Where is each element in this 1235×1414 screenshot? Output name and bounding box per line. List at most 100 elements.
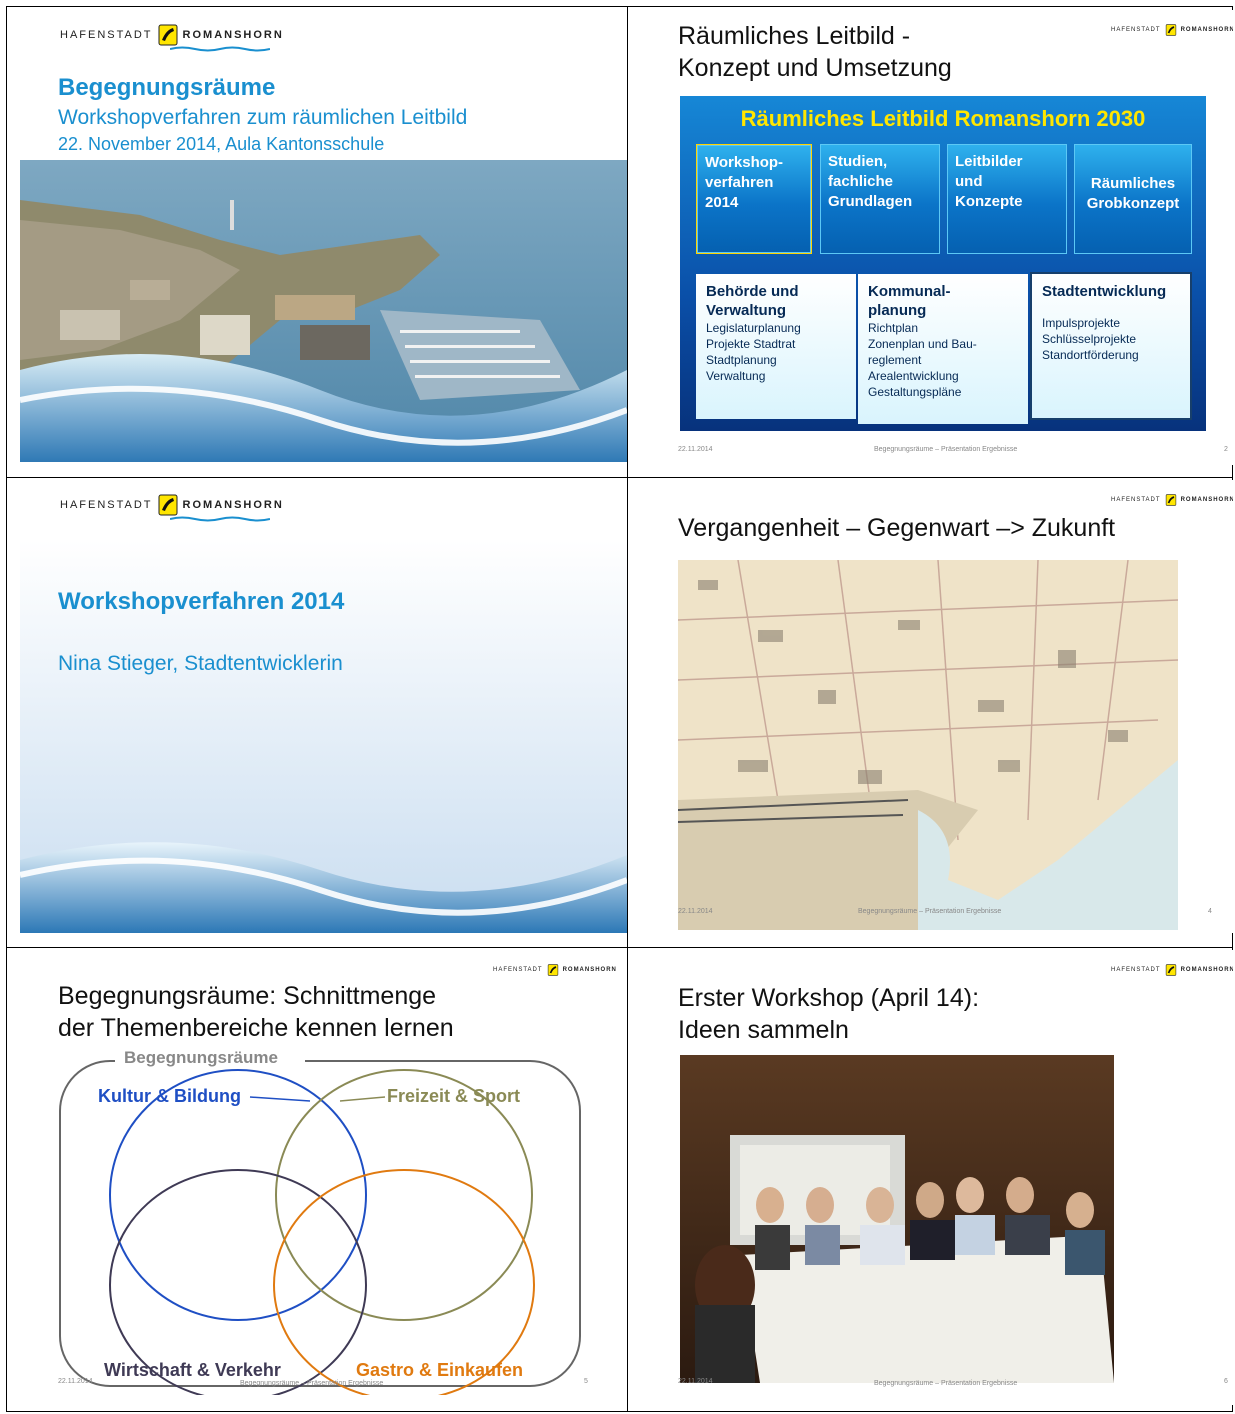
box-kommunalplanung: Kommunal- planung Richtplan Zonenplan un… <box>858 274 1028 424</box>
page-number: 4 <box>1208 908 1212 915</box>
frame-label: Begegnungsräume <box>124 1048 278 1067</box>
footer-date: 22.11.2014 <box>678 446 713 453</box>
slide-6-title: Erster Workshop (April 14): Ideen sammel… <box>678 982 979 1046</box>
box-item: Arealentwicklung <box>868 369 959 383</box>
box-leitbilder: Leitbilder und Konzepte <box>947 144 1067 254</box>
page-number: 6 <box>1224 1378 1228 1385</box>
box-heading: Behörde und <box>706 283 799 300</box>
box-item: Zonenplan und Bau- <box>868 337 977 351</box>
label-wirtschaft-verkehr: Wirtschaft & Verkehr <box>104 1360 281 1380</box>
box-line: Grobkonzept <box>1086 195 1180 212</box>
footer-center: Begegnungsräume – Präsentation Ergebniss… <box>858 908 1002 915</box>
horn-crest-icon <box>1165 494 1176 506</box>
box-stadtentwicklung: Stadtentwicklung Impulsprojekte Schlüsse… <box>1030 272 1192 420</box>
box-line: Konzepte <box>955 193 1023 210</box>
box-line: Studien, <box>828 153 888 170</box>
box-heading: Kommunal- <box>868 283 951 300</box>
logo-right-word: ROMANSHORN <box>182 499 284 511</box>
label-kultur-bildung: Kultur & Bildung <box>98 1086 241 1106</box>
horn-crest-icon <box>158 24 178 46</box>
logo-right-word: ROMANSHORN <box>1180 497 1233 503</box>
logo-left-word: HAFENSTADT <box>60 29 153 41</box>
box-heading: planung <box>868 302 927 319</box>
grid-row-divider-2 <box>6 947 1233 948</box>
box-workshopverfahren: Workshop- verfahren 2014 <box>696 144 812 254</box>
box-line: und <box>955 173 983 190</box>
logo-left-word: HAFENSTADT <box>1111 27 1161 33</box>
footer-center: Begegnungsräume – Präsentation Ergebniss… <box>240 1380 384 1387</box>
logo-wave <box>170 46 270 52</box>
historic-map-image <box>678 560 1178 930</box>
box-behoerde: Behörde und Verwaltung Legislaturplanung… <box>696 274 856 419</box>
logo-small: HAFENSTADT ROMANSHORN <box>1111 494 1233 506</box>
aerial-photo-romanshorn <box>20 160 627 462</box>
slide-4: Vergangenheit – Gegenwart –> Zukunft HAF… <box>628 480 1233 933</box>
slide-6-title-line-1: Erster Workshop (April 14): <box>678 984 980 1012</box>
slide-5-title: Begegnungsräume: Schnittmenge der Themen… <box>58 980 454 1044</box>
page-number: 5 <box>584 1378 588 1385</box>
box-item: Stadtplanung <box>706 353 777 367</box>
horn-crest-icon <box>547 964 558 976</box>
box-line: Räumliches <box>1090 175 1176 192</box>
box-item: Verwaltung <box>706 369 766 383</box>
box-grobkonzept: Räumliches Grobkonzept <box>1074 144 1192 254</box>
footer-date: 22.11.2014 <box>678 1378 713 1385</box>
box-line: Grundlagen <box>828 193 913 210</box>
slide-5: Begegnungsräume: Schnittmenge der Themen… <box>20 950 627 1405</box>
slide-2-title: Räumliches Leitbild - Konzept und Umsetz… <box>678 20 952 84</box>
label-freizeit-sport: Freizeit & Sport <box>387 1086 521 1106</box>
footer-center: Begegnungsräume – Präsentation Ergebniss… <box>874 446 1018 453</box>
box-item: Schlüsselprojekte <box>1042 332 1137 346</box>
frame-begegnungsraeume <box>59 1060 581 1387</box>
logo-left-word: HAFENSTADT <box>493 967 543 973</box>
logo: HAFENSTADT ROMANSHORN <box>60 494 284 516</box>
slide-1-title: Begegnungsräume <box>58 74 276 101</box>
slide-4-title: Vergangenheit – Gegenwart –> Zukunft <box>678 514 1116 542</box>
logo-small: HAFENSTADT ROMANSHORN <box>1111 24 1233 36</box>
footer-date: 22.11.2014 <box>58 1378 93 1385</box>
box-line: Workshop- <box>705 154 784 171</box>
logo-left-word: HAFENSTADT <box>1111 497 1161 503</box>
footer-date: 22.11.2014 <box>678 908 713 915</box>
logo: HAFENSTADT ROMANSHORN <box>60 24 284 46</box>
footer-center: Begegnungsräume – Präsentation Ergebniss… <box>874 1380 1018 1387</box>
logo-small: HAFENSTADT ROMANSHORN <box>493 964 617 976</box>
box-item: Projekte Stadtrat <box>706 337 796 351</box>
logo-wave <box>170 516 270 522</box>
box-line: fachliche <box>828 173 894 190</box>
horn-crest-icon <box>1165 24 1176 36</box>
ellipse-kultur-bildung <box>109 1069 367 1321</box>
slide-1-date-place: 22. November 2014, Aula Kantonsschule <box>58 134 385 154</box>
grid-row-divider-1 <box>6 477 1233 478</box>
box-item: Standortförderung <box>1042 348 1139 362</box>
leitbild-banner: Räumliches Leitbild Romanshorn 2030 <box>740 106 1146 131</box>
slide-6-title-line-2: Ideen sammeln <box>678 1016 849 1044</box>
slide-2-title-line-2: Konzept und Umsetzung <box>678 54 952 82</box>
label-gastro-einkaufen: Gastro & Einkaufen <box>356 1360 524 1380</box>
box-item: Legislaturplanung <box>706 321 801 335</box>
slide-2-title-line-1: Räumliches Leitbild - <box>678 22 911 50</box>
workshop-photo <box>680 1055 1114 1383</box>
logo-right-word: ROMANSHORN <box>1180 967 1233 973</box>
logo-right-word: ROMANSHORN <box>1180 27 1233 33</box>
box-item: Richtplan <box>868 321 919 335</box>
horn-crest-icon <box>158 494 178 516</box>
slide-6: Erster Workshop (April 14): Ideen sammel… <box>628 950 1233 1405</box>
box-item: reglement <box>868 353 922 367</box>
logo-right-word: ROMANSHORN <box>182 29 284 41</box>
slide-3: HAFENSTADT ROMANSHORN Workshopverfahren … <box>20 480 627 933</box>
slide-3-title: Workshopverfahren 2014 <box>58 588 345 615</box>
ellipse-freizeit-sport <box>275 1069 533 1321</box>
slide-1: HAFENSTADT ROMANSHORN Begegnungsräume Wo… <box>20 10 627 462</box>
box-item: Impulsprojekte <box>1042 316 1121 330</box>
box-line: Leitbilder <box>955 153 1023 170</box>
logo-right-word: ROMANSHORN <box>562 967 617 973</box>
slide-5-title-line-2: der Themenbereiche kennen lernen <box>58 1014 454 1042</box>
box-heading: Stadtentwicklung <box>1042 283 1167 300</box>
box-item: Gestaltungspläne <box>868 385 962 399</box>
leitbild-diagram: Räumliches Leitbild Romanshorn 2030 Work… <box>680 96 1206 431</box>
slide-1-subtitle: Workshopverfahren zum räumlichen Leitbil… <box>58 106 468 129</box>
horn-crest-icon <box>1165 964 1176 976</box>
slide-2: Räumliches Leitbild - Konzept und Umsetz… <box>628 10 1233 465</box>
box-line: 2014 <box>705 194 739 211</box>
